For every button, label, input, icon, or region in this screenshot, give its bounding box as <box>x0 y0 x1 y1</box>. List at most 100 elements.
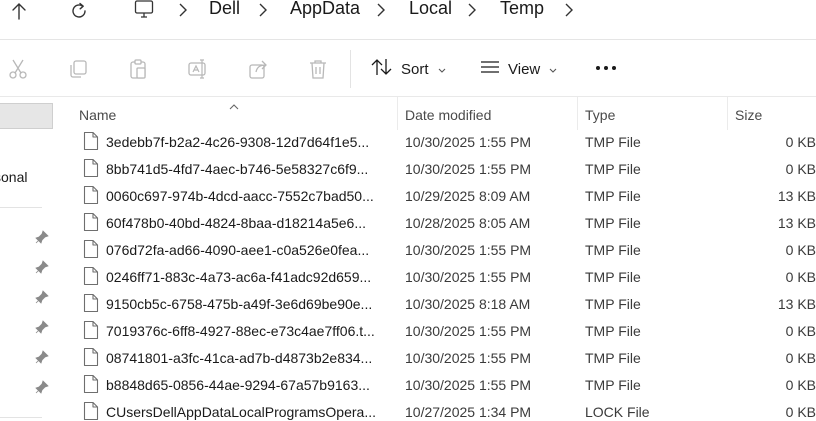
file-name: 076d72fa-ad66-4090-aee1-c0a526e0fea... <box>106 242 370 258</box>
file-list: Name Date modified Type Size 3edebb7f-b2… <box>66 97 816 421</box>
navigation-bar: Dell AppData Local Temp <box>0 0 816 40</box>
view-icon <box>480 60 500 78</box>
pin-icon <box>35 320 49 334</box>
file-type: TMP File <box>585 215 641 231</box>
file-icon <box>83 239 99 262</box>
file-type: TMP File <box>585 242 641 258</box>
toolbar-divider <box>350 50 351 88</box>
column-header-name[interactable]: Name <box>79 107 116 123</box>
rename-icon[interactable] <box>187 58 209 80</box>
file-size: 0 KB <box>785 323 816 339</box>
column-divider[interactable] <box>397 97 398 130</box>
column-header-row: Name Date modified Type Size <box>66 97 816 130</box>
column-divider[interactable] <box>727 97 728 130</box>
file-name: 0246ff71-883c-4a73-ac6a-f41adc92d659... <box>106 269 372 285</box>
file-name: 60f478b0-40bd-4824-8baa-d18214a5e6... <box>106 215 367 231</box>
file-row[interactable]: CUsersDellAppDataLocalProgramsOpera... 10… <box>66 398 816 421</box>
file-date-modified: 10/30/2025 1:55 PM <box>405 377 532 393</box>
file-type: TMP File <box>585 188 641 204</box>
file-date-modified: 10/30/2025 1:55 PM <box>405 161 532 177</box>
file-row[interactable]: 076d72fa-ad66-4090-aee1-c0a526e0fea... 10… <box>66 236 816 263</box>
file-size: 0 KB <box>785 161 816 177</box>
file-date-modified: 10/30/2025 1:55 PM <box>405 134 532 150</box>
file-type: TMP File <box>585 350 641 366</box>
command-bar: Sort View <box>0 40 816 97</box>
address-bar[interactable]: Dell AppData Local Temp <box>120 0 816 26</box>
file-type: TMP File <box>585 377 641 393</box>
file-size: 0 KB <box>785 269 816 285</box>
file-name: 9150cb5c-6758-475b-a49f-3e6d69be90e... <box>106 296 373 312</box>
share-icon[interactable] <box>247 58 269 80</box>
column-header-size[interactable]: Size <box>735 107 762 123</box>
file-size: 0 KB <box>785 242 816 258</box>
chevron-right-icon <box>376 2 386 23</box>
view-label: View <box>508 60 541 78</box>
nav-divider <box>0 417 42 418</box>
file-row[interactable]: b8848d65-0856-44ae-9294-67a57b9163... 10/… <box>66 371 816 398</box>
file-row[interactable]: 0060c697-974b-4dcd-aacc-7552c7bad50... 10… <box>66 182 816 209</box>
sort-icon <box>371 58 393 80</box>
file-date-modified: 10/30/2025 8:18 AM <box>405 296 531 312</box>
chevron-right-icon[interactable] <box>564 2 574 23</box>
file-size: 0 KB <box>785 350 816 366</box>
breadcrumb-local[interactable]: Local <box>409 0 452 19</box>
refresh-icon[interactable] <box>64 0 94 22</box>
file-name: CUsersDellAppDataLocalProgramsOpera... <box>106 404 376 420</box>
up-arrow-icon[interactable] <box>4 0 34 22</box>
file-row[interactable]: 9150cb5c-6758-475b-a49f-3e6d69be90e... 10… <box>66 290 816 317</box>
file-row[interactable]: 7019376c-6ff8-4927-88ec-e73c4ae7ff06.t..… <box>66 317 816 344</box>
chevron-right-icon <box>467 2 477 23</box>
file-type: TMP File <box>585 269 641 285</box>
this-pc-icon <box>134 0 154 23</box>
file-name: 08741801-a3fc-41ca-ad7b-d4873b2e834... <box>106 350 373 366</box>
file-icon <box>83 347 99 370</box>
breadcrumb-appdata[interactable]: AppData <box>290 0 360 19</box>
column-divider[interactable] <box>577 97 578 130</box>
file-size: 13 KB <box>777 188 816 204</box>
paste-icon[interactable] <box>127 58 149 80</box>
file-icon <box>83 158 99 181</box>
chevron-down-icon <box>438 61 446 78</box>
file-row[interactable]: 08741801-a3fc-41ca-ad7b-d4873b2e834... 10… <box>66 344 816 371</box>
file-row[interactable]: 8bb741d5-4fd7-4aec-b746-5e58327c6f9... 10… <box>66 155 816 182</box>
sort-button[interactable]: Sort <box>371 58 446 80</box>
file-date-modified: 10/27/2025 1:34 PM <box>405 404 532 420</box>
file-size: 0 KB <box>785 134 816 150</box>
pin-icon <box>35 350 49 364</box>
column-header-date[interactable]: Date modified <box>405 107 491 123</box>
file-icon <box>83 293 99 316</box>
file-icon <box>83 401 99 421</box>
chevron-right-icon <box>258 2 268 23</box>
nav-item-personal[interactable]: sonal <box>0 169 27 185</box>
pin-icon <box>35 380 49 394</box>
file-date-modified: 10/30/2025 1:55 PM <box>405 323 532 339</box>
file-icon <box>83 266 99 289</box>
file-name: 3edebb7f-b2a2-4c26-9308-12d7d64f1e5... <box>106 134 370 150</box>
cut-icon[interactable] <box>7 58 29 80</box>
file-type: TMP File <box>585 323 641 339</box>
copy-icon[interactable] <box>67 58 89 80</box>
pin-icon <box>35 230 49 244</box>
nav-divider <box>0 207 42 208</box>
breadcrumb-dell[interactable]: Dell <box>209 0 240 19</box>
more-options-icon[interactable] <box>596 66 616 70</box>
file-row[interactable]: 0246ff71-883c-4a73-ac6a-f41adc92d659... 1… <box>66 263 816 290</box>
file-icon <box>83 374 99 397</box>
file-size: 0 KB <box>785 404 816 420</box>
file-type: TMP File <box>585 161 641 177</box>
file-name: 8bb741d5-4fd7-4aec-b746-5e58327c6f9... <box>106 161 369 177</box>
chevron-down-icon <box>549 61 557 78</box>
file-name: 0060c697-974b-4dcd-aacc-7552c7bad50... <box>106 188 374 204</box>
nav-selected-item[interactable] <box>0 103 53 129</box>
delete-icon[interactable] <box>307 58 329 80</box>
breadcrumb-temp[interactable]: Temp <box>500 0 544 19</box>
file-row[interactable]: 60f478b0-40bd-4824-8baa-d18214a5e6... 10/… <box>66 209 816 236</box>
file-row[interactable]: 3edebb7f-b2a2-4c26-9308-12d7d64f1e5... 10… <box>66 128 816 155</box>
file-icon <box>83 212 99 235</box>
chevron-right-icon <box>178 2 188 23</box>
file-date-modified: 10/30/2025 1:55 PM <box>405 350 532 366</box>
sort-label: Sort <box>401 60 429 78</box>
view-button[interactable]: View <box>480 58 557 80</box>
column-header-type[interactable]: Type <box>585 107 615 123</box>
file-type: TMP File <box>585 134 641 150</box>
